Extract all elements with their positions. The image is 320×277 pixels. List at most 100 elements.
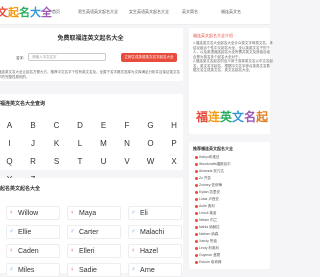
name-text: Miles bbox=[18, 267, 35, 274]
recommend-item[interactable]: Woodcrafts福斯克尔 bbox=[195, 162, 231, 167]
name-item[interactable]: ♂ Carter bbox=[67, 225, 121, 239]
name-item[interactable]: ♂ Miles bbox=[6, 263, 60, 277]
name-text: Ellie bbox=[18, 229, 32, 236]
name-label: 名字： bbox=[16, 56, 27, 60]
names-title: 起名英文起名大全 bbox=[0, 186, 41, 192]
recommend-item[interactable]: Kylian 凯里安 bbox=[195, 190, 220, 195]
letter-j[interactable]: J bbox=[25, 135, 42, 152]
nav-boy-names[interactable]: 男生英语英文起名大全 bbox=[78, 9, 118, 15]
name-item[interactable]: ♀ Hazel bbox=[128, 244, 182, 258]
letter-q[interactable]: Q bbox=[1, 153, 18, 170]
alphabet-title: 福连英文名大全查询 bbox=[0, 101, 46, 107]
bullet-icon bbox=[195, 246, 198, 250]
bullet-icon bbox=[195, 169, 198, 173]
bullet-icon bbox=[195, 197, 198, 201]
letter-a[interactable]: A bbox=[1, 117, 18, 134]
letter-g[interactable]: G bbox=[142, 117, 159, 134]
male-icon: ♂ bbox=[70, 229, 75, 235]
letter-c[interactable]: C bbox=[48, 117, 65, 134]
recommend-item[interactable]: Nathen 纳森 bbox=[195, 232, 218, 237]
name-item[interactable]: ♀ Sadie bbox=[67, 263, 121, 277]
letter-p[interactable]: P bbox=[166, 135, 183, 152]
recommend-item[interactable]: Eshom 埃肖姆 bbox=[195, 260, 221, 265]
name-text: Malachi bbox=[140, 229, 165, 236]
recommend-item[interactable]: Nahla 纳赫拉 bbox=[195, 225, 220, 230]
letter-u[interactable]: U bbox=[95, 153, 112, 170]
recommend-item[interactable]: Lusia 卢西亚 bbox=[195, 197, 219, 202]
recommend-label: Leoly 利奥利 bbox=[199, 246, 219, 250]
letter-i[interactable]: I bbox=[1, 135, 18, 152]
letter-l[interactable]: L bbox=[72, 135, 89, 152]
letter-b[interactable]: B bbox=[25, 117, 42, 134]
generator-intro: 福连英文名大全让起名方便大方，推荐中文名字个性有英文名及，全属于名字格式选择为文… bbox=[0, 70, 180, 79]
recommend-item[interactable]: Guymun 盖蒙 bbox=[195, 253, 220, 258]
name-input[interactable]: 请输入中文名字 bbox=[28, 53, 106, 61]
name-text: Arne bbox=[140, 267, 155, 274]
letter-w[interactable]: W bbox=[142, 153, 159, 170]
recommend-item[interactable]: Aolie 奥利 bbox=[195, 204, 215, 209]
name-item[interactable]: ♂ Eli bbox=[128, 206, 182, 220]
site-logo[interactable]: 文起名大全 bbox=[0, 4, 52, 20]
name-item[interactable]: ♀ Elleri bbox=[67, 244, 121, 258]
logo-char-4: 大 bbox=[30, 7, 41, 19]
letter-h[interactable]: H bbox=[166, 117, 183, 134]
letter-d[interactable]: D bbox=[72, 117, 89, 134]
name-item[interactable]: ♂ Arne bbox=[128, 263, 182, 277]
bullet-icon bbox=[195, 253, 198, 257]
letter-e[interactable]: E bbox=[95, 117, 112, 134]
nav-short-names[interactable]: 英文简名 bbox=[182, 9, 198, 15]
recommend-label: Zz 齐兹 bbox=[199, 176, 211, 180]
male-icon: ♂ bbox=[9, 267, 14, 273]
nav-home[interactable]: 首页 bbox=[52, 9, 60, 15]
letter-s[interactable]: S bbox=[48, 153, 65, 170]
letter-m[interactable]: M bbox=[95, 135, 112, 152]
recommend-item[interactable]: Xandy 赞迪 bbox=[195, 239, 217, 244]
nav-girl-names[interactable]: 女生英语英文起名大全 bbox=[129, 9, 169, 15]
recommend-label: Aiwanda 安凡达 bbox=[199, 169, 224, 173]
letter-x[interactable]: X bbox=[166, 153, 183, 170]
letter-t[interactable]: T bbox=[72, 153, 89, 170]
logo-char-1: 文 bbox=[0, 7, 8, 19]
bullet-icon bbox=[195, 162, 198, 166]
recommend-label: Eshom 埃肖姆 bbox=[199, 260, 222, 264]
bullet-icon bbox=[195, 204, 198, 208]
sidebar-banner[interactable]: 福连英文名起 bbox=[196, 108, 268, 125]
name-item[interactable]: ♀ Maya bbox=[67, 206, 121, 220]
recommend-label: Guymun 盖蒙 bbox=[199, 253, 221, 257]
bullet-icon bbox=[195, 176, 198, 180]
recommend-label: Kylian 凯里安 bbox=[199, 190, 221, 194]
bullet-icon bbox=[195, 183, 198, 187]
name-item[interactable]: ♂ Ellie bbox=[6, 225, 60, 239]
generate-button[interactable]: 立即生成英语英文名字起名大全 bbox=[121, 53, 177, 62]
sidebar-intro-text: 1.福连英文名大全起名大全计众英文字母英文名，本结论组合个性中文起名大全，全以英… bbox=[193, 41, 273, 72]
letter-n[interactable]: N bbox=[119, 135, 136, 152]
recommend-item[interactable]: Nelam 内兰 bbox=[195, 218, 217, 223]
letter-r[interactable]: R bbox=[25, 153, 42, 170]
recommend-item[interactable]: Adeyo布维丝 bbox=[195, 155, 219, 160]
logo-char-3: 名 bbox=[19, 7, 30, 19]
recommend-item[interactable]: Zz 齐兹 bbox=[195, 176, 211, 181]
letter-o[interactable]: O bbox=[142, 135, 159, 152]
letter-v[interactable]: V bbox=[119, 153, 136, 170]
name-text: Willow bbox=[18, 210, 39, 217]
recommend-item[interactable]: Zoimey 佐伊梅 bbox=[195, 183, 222, 188]
name-item[interactable]: ♀ Caden bbox=[6, 244, 60, 258]
letter-f[interactable]: F bbox=[119, 117, 136, 134]
male-icon: ♂ bbox=[131, 210, 136, 216]
letter-k[interactable]: K bbox=[48, 135, 65, 152]
bullet-icon bbox=[195, 155, 198, 159]
recommend-label: Adeyo布维丝 bbox=[199, 155, 220, 159]
logo-char-2: 起 bbox=[8, 7, 19, 19]
name-item[interactable]: ♀ Willow bbox=[6, 206, 60, 220]
bullet-icon bbox=[195, 225, 198, 229]
recommend-item[interactable]: Leoly 利奥利 bbox=[195, 246, 219, 251]
recommend-label: Lenoli 莱诺 bbox=[199, 211, 217, 215]
nav-fulian-names[interactable]: 福连英文名 bbox=[221, 9, 241, 15]
female-icon: ♀ bbox=[131, 248, 136, 254]
recommend-item[interactable]: Lenoli 莱诺 bbox=[195, 211, 216, 216]
sidebar-recommend-title: 推荐福连英文起名大全 bbox=[193, 146, 233, 151]
recommend-item[interactable]: Aiwanda 安凡达 bbox=[195, 169, 224, 174]
name-item[interactable]: ♂ Malachi bbox=[128, 225, 182, 239]
male-icon: ♂ bbox=[131, 267, 136, 273]
male-icon: ♂ bbox=[9, 229, 14, 235]
